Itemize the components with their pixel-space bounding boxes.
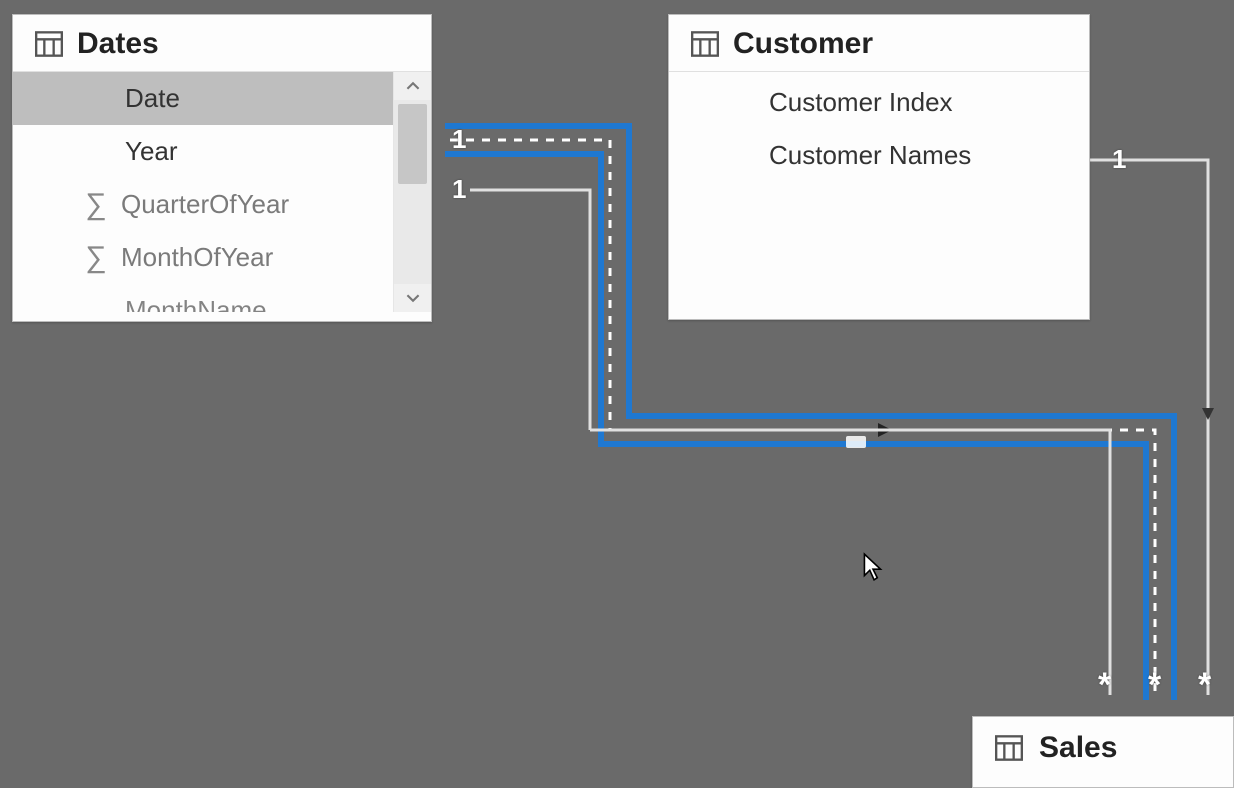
field-label: Date bbox=[125, 83, 180, 114]
model-canvas[interactable]: Dates Date Year ∑ QuarterOfYear ∑ MonthO… bbox=[0, 0, 1234, 788]
scroll-up-icon[interactable] bbox=[394, 72, 431, 100]
table-icon bbox=[691, 31, 719, 57]
cardinality-many: * bbox=[1148, 666, 1161, 705]
table-card-sales[interactable]: Sales bbox=[972, 716, 1234, 788]
table-title: Customer bbox=[733, 27, 873, 61]
sigma-icon: ∑ bbox=[83, 188, 109, 222]
dates-scrollbar[interactable] bbox=[393, 72, 431, 312]
field-customer-index[interactable]: Customer Index bbox=[669, 76, 1089, 129]
table-title: Sales bbox=[1039, 731, 1117, 765]
field-label: Customer Index bbox=[769, 87, 953, 118]
scroll-track[interactable] bbox=[394, 100, 431, 284]
field-customer-names[interactable]: Customer Names bbox=[669, 129, 1089, 182]
cardinality-many: * bbox=[1198, 666, 1211, 705]
mouse-cursor-icon bbox=[862, 552, 884, 582]
table-card-dates[interactable]: Dates Date Year ∑ QuarterOfYear ∑ MonthO… bbox=[12, 14, 432, 322]
scroll-down-icon[interactable] bbox=[394, 284, 431, 312]
table-icon bbox=[35, 31, 63, 57]
field-label: Year bbox=[125, 136, 178, 167]
field-label: QuarterOfYear bbox=[121, 189, 289, 220]
table-header-customer[interactable]: Customer bbox=[669, 15, 1089, 72]
cardinality-one: 1 bbox=[452, 174, 466, 205]
dates-field-list: Date Year ∑ QuarterOfYear ∑ MonthOfYear … bbox=[13, 72, 431, 312]
field-quarterofyear[interactable]: ∑ QuarterOfYear bbox=[13, 178, 431, 231]
field-monthname[interactable]: MonthName bbox=[13, 284, 431, 312]
scroll-thumb[interactable] bbox=[398, 104, 427, 184]
field-year[interactable]: Year bbox=[13, 125, 431, 178]
table-header-dates[interactable]: Dates bbox=[13, 15, 431, 72]
field-label: Customer Names bbox=[769, 140, 971, 171]
field-date[interactable]: Date bbox=[13, 72, 431, 125]
table-card-customer[interactable]: Customer Customer Index Customer Names bbox=[668, 14, 1090, 320]
table-header-sales[interactable]: Sales bbox=[973, 717, 1233, 779]
cardinality-one: 1 bbox=[1112, 144, 1126, 175]
table-title: Dates bbox=[77, 27, 159, 61]
cardinality-one: 1 bbox=[452, 124, 466, 155]
customer-field-list: Customer Index Customer Names bbox=[669, 72, 1089, 182]
table-icon bbox=[995, 735, 1023, 761]
field-label: MonthName bbox=[125, 295, 267, 312]
field-monthofyear[interactable]: ∑ MonthOfYear bbox=[13, 231, 431, 284]
field-label: MonthOfYear bbox=[121, 242, 273, 273]
sigma-icon: ∑ bbox=[83, 241, 109, 275]
cardinality-many: * bbox=[1098, 666, 1111, 705]
